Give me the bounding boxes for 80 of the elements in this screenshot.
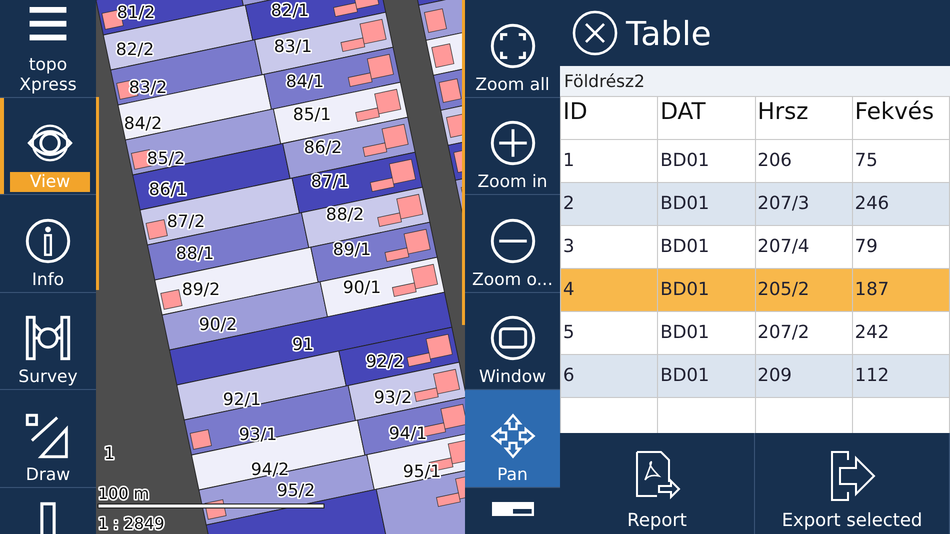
building-footprint (438, 78, 462, 103)
parcel-number: 94/1 (388, 424, 428, 444)
building-footprint (348, 54, 394, 87)
parcel-number: 95/2 (276, 481, 316, 501)
parcel-number: 95/1 (402, 462, 442, 482)
building-footprint (377, 194, 424, 227)
table-cell: 4 (560, 268, 658, 312)
building-footprint (146, 219, 168, 240)
zoom-in-icon (490, 120, 536, 166)
parcel-number: 84/1 (286, 72, 324, 92)
parcel-number: 89/1 (332, 240, 372, 260)
table-cell: BD01 (658, 354, 755, 398)
table-row[interactable]: 6 BD01 209 112 (560, 354, 950, 398)
building-footprint (384, 228, 431, 262)
zoom-out-icon (490, 218, 536, 264)
building-footprint (414, 368, 460, 402)
parcel-number: 93/2 (374, 388, 412, 408)
panel-resize-handle[interactable] (96, 97, 99, 290)
building-footprint (406, 334, 453, 367)
table-cell: 246 (852, 182, 950, 226)
table-cell: 2 (560, 182, 658, 226)
building-footprint (355, 88, 402, 122)
building-footprint (392, 264, 438, 297)
parcel-number: 92/1 (222, 390, 262, 410)
info-icon (25, 218, 71, 264)
layer-toggle-icon (492, 502, 534, 516)
table-cell: 207/3 (755, 182, 852, 226)
close-button[interactable] (572, 10, 618, 56)
table-row[interactable]: 4 BD01 205/2 187 (560, 268, 950, 312)
building-footprint (431, 43, 454, 68)
surveying-instrument-icon (25, 315, 71, 362)
parcel-number: 84/2 (124, 114, 162, 134)
building-footprint (160, 289, 182, 310)
layer-name: Földrész2 (560, 66, 950, 96)
table-cell: BD01 (658, 268, 755, 312)
parcel-number: 86/1 (148, 180, 188, 200)
draw-tools-icon (25, 412, 71, 459)
table-cell: 187 (852, 268, 950, 312)
column-header[interactable]: ID (560, 96, 658, 140)
parcel-number: 83/1 (274, 37, 312, 57)
parcel-number: 90/2 (198, 315, 238, 335)
column-header[interactable]: Fekvés (852, 96, 950, 140)
building-footprint (340, 18, 387, 52)
parcel-number: 82/1 (270, 1, 310, 21)
column-header[interactable]: Hrsz (755, 96, 852, 140)
pan-arrows-icon (490, 412, 536, 459)
table-cell: 209 (755, 354, 852, 398)
parcel-number: 87/1 (310, 172, 350, 192)
parcel-number: 91 (292, 335, 314, 355)
parcel-number: 90/1 (342, 278, 382, 298)
table-row[interactable]: 2 BD01 207/3 246 (560, 182, 950, 226)
panel-resize-handle[interactable] (462, 0, 465, 325)
parcel-number: 89/2 (182, 280, 220, 300)
parcel-number: 85/1 (292, 105, 332, 125)
panel-title: Table (626, 14, 712, 52)
table-cell: 205/2 (755, 268, 852, 312)
parcel-number: 92/2 (366, 352, 404, 372)
parcel-number: 93/1 (238, 425, 278, 445)
ruler-icon (40, 502, 56, 534)
parcel-number: 87/2 (166, 212, 206, 232)
table-cell: BD01 (658, 182, 755, 226)
column-header[interactable]: DAT (658, 96, 755, 140)
scale-distance: 100 m (98, 484, 150, 503)
building-footprint (370, 158, 416, 192)
building-footprint (333, 0, 380, 17)
parcel-number: 94/2 (250, 460, 290, 480)
parcel-number: 88/2 (326, 205, 364, 225)
table-cell: 6 (560, 354, 658, 398)
table-cell: 112 (852, 354, 950, 398)
building-footprint (190, 429, 212, 450)
parcel-number: 82/2 (116, 40, 154, 60)
building-footprint (424, 8, 447, 33)
map-tool-button[interactable]: Pan (465, 390, 560, 487)
parcel-number: 1 (104, 444, 115, 464)
parcel-number: 86/2 (304, 138, 342, 158)
parcel-number: 88/1 (176, 244, 214, 264)
window-icon (490, 315, 536, 362)
zoom-all-icon (490, 22, 536, 69)
building-footprint (362, 124, 409, 157)
scale-ratio: 1 : 2849 (98, 514, 164, 533)
